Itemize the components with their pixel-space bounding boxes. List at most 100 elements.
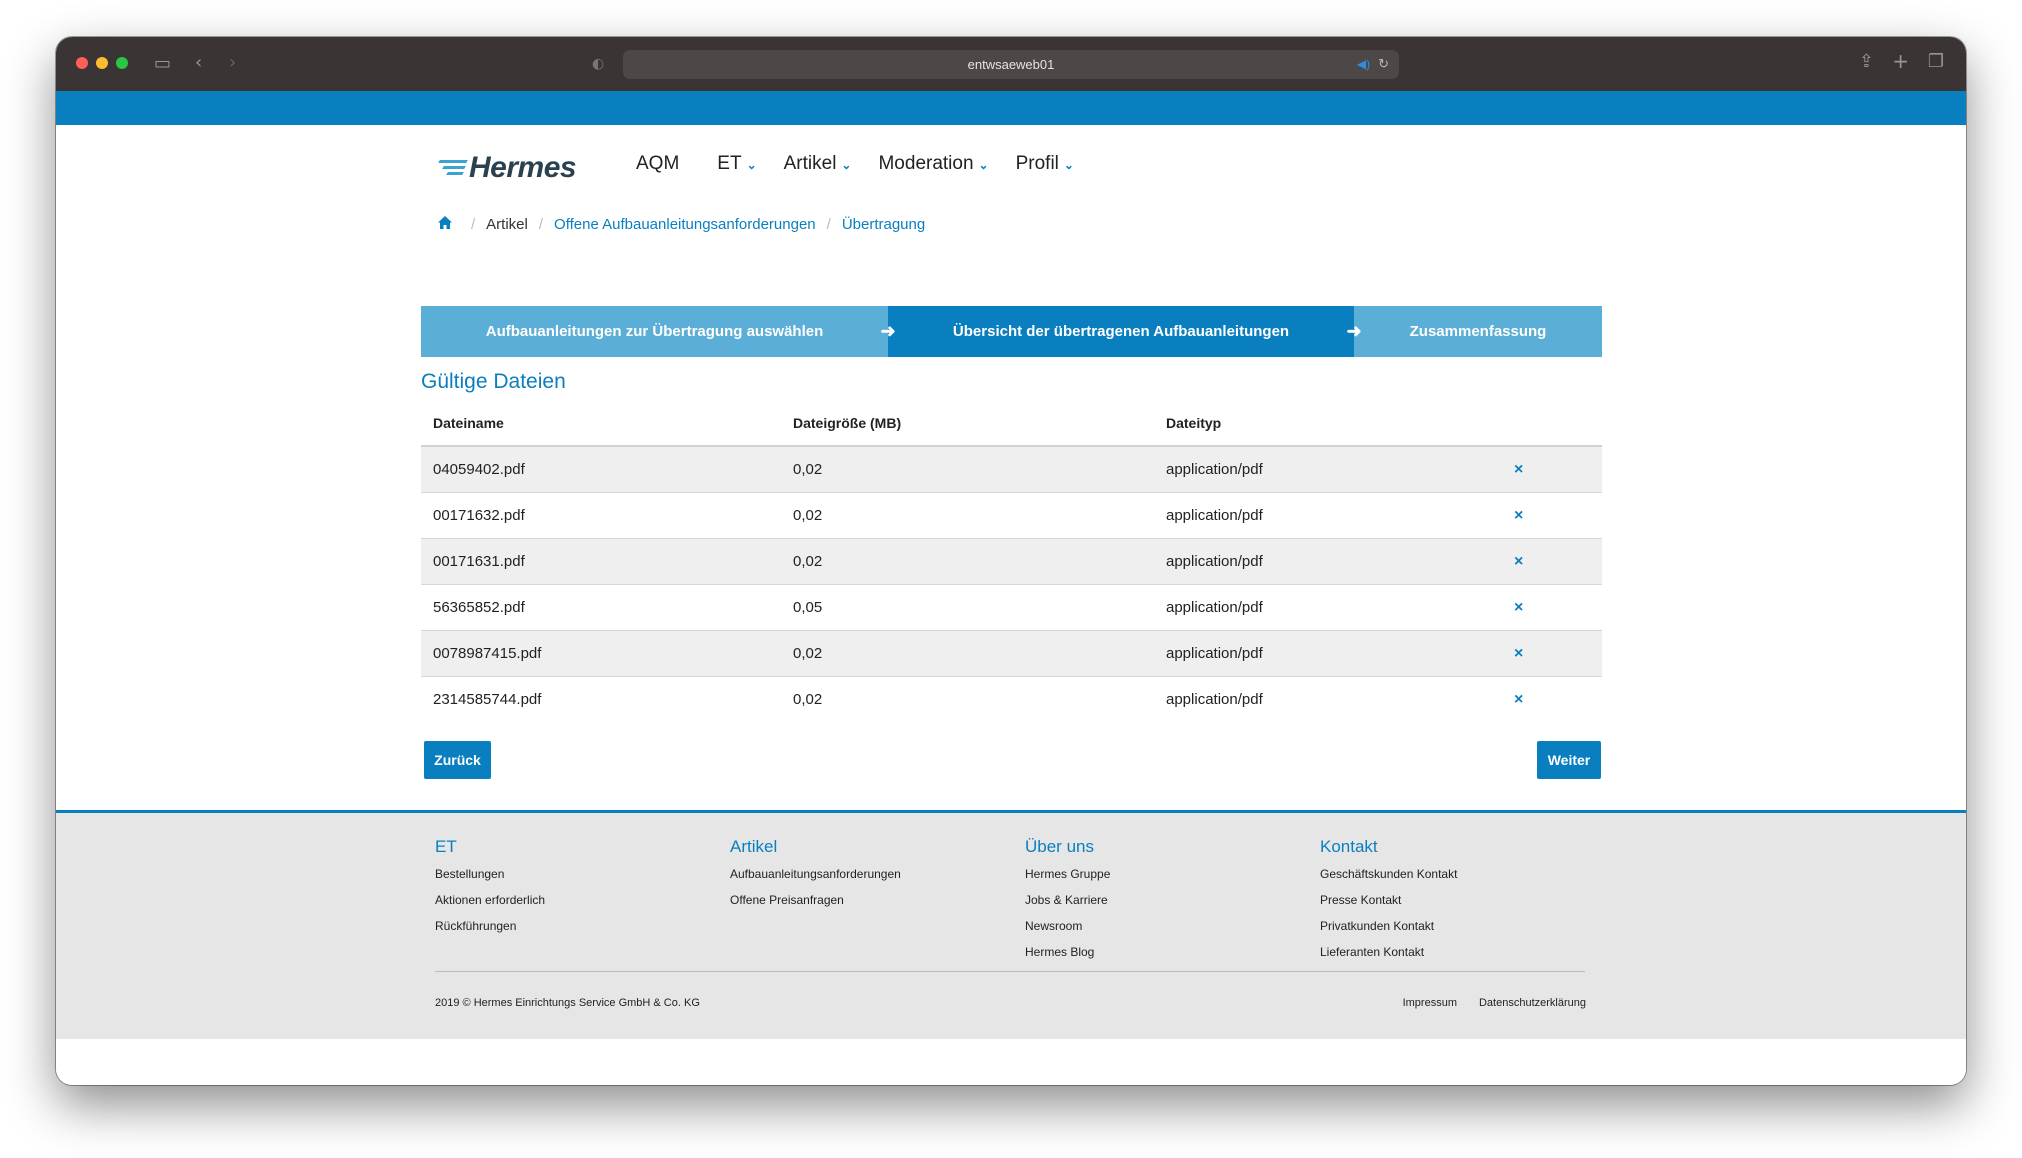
logo-text: Hermes xyxy=(469,151,577,184)
footer-link[interactable]: Aktionen erforderlich xyxy=(435,889,545,915)
step-summary[interactable]: Zusammenfassung xyxy=(1354,306,1602,357)
footer: ET Bestellungen Aktionen erforderlich Rü… xyxy=(56,810,1966,1039)
cell-filename: 0078987415.pdf xyxy=(433,645,542,662)
footer-copyright: 2019 © Hermes Einrichtungs Service GmbH … xyxy=(435,997,700,1009)
breadcrumb-uebertragung[interactable]: Übertragung xyxy=(842,216,925,233)
cell-filesize: 0,02 xyxy=(793,461,823,478)
zoom-window-button[interactable] xyxy=(116,57,128,69)
sidebar-icon[interactable]: ▭ xyxy=(154,55,171,73)
footer-link[interactable]: Presse Kontakt xyxy=(1320,889,1457,915)
remove-file-icon[interactable]: × xyxy=(1514,553,1602,571)
step-overview[interactable]: Übersicht der übertragenen Aufbauanleitu… xyxy=(888,306,1362,357)
browser-titlebar: ▭ ‹ › ◐ entwsaeweb01 ◀) ↻ ⇪ + ❐ xyxy=(56,37,1966,91)
remove-file-icon[interactable]: × xyxy=(1514,507,1602,525)
header-filetype: Dateityp xyxy=(1166,415,1222,431)
breadcrumb: / Artikel / Offene Aufbauanleitungsanfor… xyxy=(438,216,925,233)
cell-filesize: 0,02 xyxy=(793,645,823,662)
footer-col-et: ET Bestellungen Aktionen erforderlich Rü… xyxy=(435,837,545,941)
footer-heading: Kontakt xyxy=(1320,837,1378,856)
header-filesize: Dateigröße (MB) xyxy=(793,415,902,431)
chevron-down-icon: ⌄ xyxy=(841,158,852,172)
footer-link[interactable]: Offene Preisanfragen xyxy=(730,889,901,915)
cell-filename: 04059402.pdf xyxy=(433,461,525,478)
chevron-down-icon: ⌄ xyxy=(978,158,989,172)
footer-link[interactable]: Geschäftskunden Kontakt xyxy=(1320,863,1457,889)
arrow-right-icon: ➜ xyxy=(1346,321,1362,341)
footer-link[interactable]: Privatkunden Kontakt xyxy=(1320,915,1457,941)
footer-col-artikel: Artikel Aufbauanleitungsanforderungen Of… xyxy=(730,837,901,915)
datenschutz-link[interactable]: Datenschutzerklärung xyxy=(1479,997,1586,1009)
url-text: entwsaeweb01 xyxy=(967,57,1055,72)
files-table: Dateiname Dateigröße (MB) Dateityp 04059… xyxy=(421,401,1602,722)
section-title: Gültige Dateien xyxy=(421,370,566,393)
window-controls xyxy=(76,57,128,69)
footer-link[interactable]: Rückführungen xyxy=(435,915,545,941)
speaker-icon[interactable]: ◀) xyxy=(1357,57,1370,71)
footer-link[interactable]: Jobs & Karriere xyxy=(1025,889,1110,915)
nav-item-profil[interactable]: Profil ⌄ xyxy=(1016,153,1074,175)
next-button[interactable]: Weiter xyxy=(1537,741,1601,779)
remove-file-icon[interactable]: × xyxy=(1514,645,1602,663)
breadcrumb-artikel: Artikel xyxy=(486,216,528,233)
footer-link[interactable]: Hermes Blog xyxy=(1025,941,1110,967)
remove-file-icon[interactable]: × xyxy=(1514,599,1602,617)
chevron-down-icon: ⌄ xyxy=(746,158,757,172)
nav-label: Profil xyxy=(1015,153,1059,174)
footer-link[interactable]: Lieferanten Kontakt xyxy=(1320,941,1457,967)
footer-heading: ET xyxy=(435,837,457,856)
cell-filename: 2314585744.pdf xyxy=(433,691,542,708)
minimize-window-button[interactable] xyxy=(96,57,108,69)
cell-filesize: 0,05 xyxy=(793,599,823,616)
main-nav: AQM ET ⌄ Artikel ⌄ Moderation ⌄ Profil ⌄ xyxy=(636,153,1100,175)
step-label: Zusammenfassung xyxy=(1409,323,1547,340)
address-bar[interactable]: entwsaeweb01 ◀) ↻ xyxy=(623,50,1399,79)
cell-filename: 56365852.pdf xyxy=(433,599,525,616)
reload-icon[interactable]: ↻ xyxy=(1378,56,1389,72)
cell-filename: 00171631.pdf xyxy=(433,553,525,570)
footer-link[interactable]: Bestellungen xyxy=(435,863,545,889)
nav-item-aqm[interactable]: AQM xyxy=(636,153,679,175)
nav-label: ET xyxy=(717,153,742,174)
step-select[interactable]: Aufbauanleitungen zur Übertragung auswäh… xyxy=(421,306,896,357)
impressum-link[interactable]: Impressum xyxy=(1403,997,1457,1009)
cell-filetype: application/pdf xyxy=(1166,599,1263,616)
nav-item-moderation[interactable]: Moderation ⌄ xyxy=(878,153,988,175)
nav-label: Artikel xyxy=(783,153,837,174)
remove-file-icon[interactable]: × xyxy=(1514,691,1602,709)
table-row: 56365852.pdf 0,05 application/pdf × xyxy=(421,585,1602,631)
table-header: Dateiname Dateigröße (MB) Dateityp xyxy=(421,401,1602,447)
footer-heading: Artikel xyxy=(730,837,778,856)
page-content: Hermes AQM ET ⌄ Artikel ⌄ Moderation ⌄ P… xyxy=(56,125,1966,1085)
breadcrumb-offene-anforderungen[interactable]: Offene Aufbauanleitungsanforderungen xyxy=(554,216,816,233)
footer-divider xyxy=(435,971,1585,972)
hermes-logo[interactable]: Hermes xyxy=(435,151,577,185)
cell-filesize: 0,02 xyxy=(793,691,823,708)
close-window-button[interactable] xyxy=(76,57,88,69)
home-icon[interactable] xyxy=(438,216,452,233)
top-accent-bar xyxy=(56,91,1966,125)
share-icon[interactable]: ⇪ xyxy=(1859,53,1874,71)
browser-window: ▭ ‹ › ◐ entwsaeweb01 ◀) ↻ ⇪ + ❐ Hermes A… xyxy=(56,37,1966,1085)
remove-file-icon[interactable]: × xyxy=(1514,461,1602,479)
back-button[interactable]: Zurück xyxy=(424,741,491,779)
new-tab-icon[interactable]: + xyxy=(1892,51,1909,71)
footer-link[interactable]: Hermes Gruppe xyxy=(1025,863,1110,889)
forward-arrow-icon[interactable]: › xyxy=(229,54,236,72)
footer-link[interactable]: Newsroom xyxy=(1025,915,1110,941)
footer-col-kontakt: Kontakt Geschäftskunden Kontakt Presse K… xyxy=(1320,837,1457,967)
back-arrow-icon[interactable]: ‹ xyxy=(195,54,202,72)
tab-overview-icon[interactable]: ❐ xyxy=(1928,53,1944,71)
footer-link[interactable]: Aufbauanleitungsanforderungen xyxy=(730,863,901,889)
logo-stripes-icon xyxy=(435,158,469,178)
table-row: 2314585744.pdf 0,02 application/pdf × xyxy=(421,677,1602,722)
nav-item-et[interactable]: ET ⌄ xyxy=(717,153,756,175)
privacy-shield-icon[interactable]: ◐ xyxy=(592,55,604,73)
nav-label: AQM xyxy=(636,153,680,174)
table-row: 04059402.pdf 0,02 application/pdf × xyxy=(421,447,1602,493)
nav-item-artikel[interactable]: Artikel ⌄ xyxy=(784,153,852,175)
step-label: Übersicht der übertragenen Aufbauanleitu… xyxy=(952,323,1290,340)
table-row: 00171632.pdf 0,02 application/pdf × xyxy=(421,493,1602,539)
cell-filesize: 0,02 xyxy=(793,553,823,570)
header-filename: Dateiname xyxy=(433,415,504,431)
cell-filetype: application/pdf xyxy=(1166,461,1263,478)
